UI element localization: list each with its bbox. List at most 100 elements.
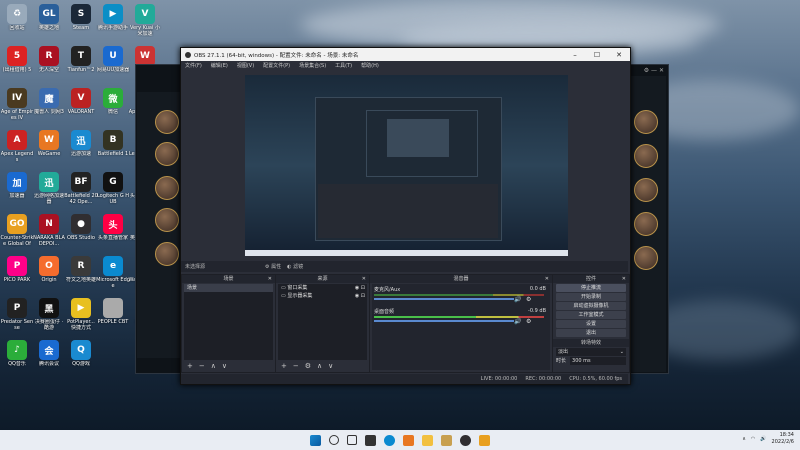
desktop-shortcut[interactable]: S Steam <box>64 2 98 42</box>
wegame-icon[interactable] <box>403 434 414 446</box>
track-settings-icon[interactable]: ⚙ <box>526 318 531 325</box>
add-source-icon[interactable]: + <box>281 362 287 370</box>
desktop-shortcut[interactable]: U 网易UU加速器 <box>96 44 130 84</box>
desktop-shortcut[interactable]: R 无人深空 <box>32 44 66 84</box>
folder-icon[interactable] <box>422 434 433 446</box>
eye-icon[interactable]: ◉ ⊡ <box>355 292 365 300</box>
desktop-shortcut[interactable]: P PICO PARK <box>0 254 34 294</box>
desktop-shortcut[interactable]: T Tianfun™2 <box>64 44 98 84</box>
desktop-shortcut[interactable]: N NARAKA BLADEPOI... <box>32 212 66 252</box>
menu-tools[interactable]: 工具(T) <box>335 62 352 69</box>
obs-window[interactable]: OBS 27.1.1 (64-bit, windows) - 配置文件: 未命名… <box>180 47 631 385</box>
desktop-shortcut[interactable]: AApex Legends <box>0 128 34 168</box>
remove-source-icon[interactable]: − <box>293 362 299 370</box>
clock[interactable]: 18:34 2022/2/6 <box>772 432 794 446</box>
desktop-shortcut[interactable]: Q QQ游戏 <box>64 338 98 378</box>
desktop-shortcut[interactable]: GOCounter-Strike Global Off... <box>0 212 34 252</box>
menu-scene-collection[interactable]: 场景集合(S) <box>299 62 326 69</box>
move-up-icon[interactable]: ∧ <box>317 362 322 370</box>
desktop-shortcut[interactable]: 微微信 <box>96 86 130 126</box>
task-view-icon[interactable] <box>347 435 357 445</box>
minimize-button[interactable]: – <box>564 51 586 59</box>
desktop-shortcut[interactable]: 头头条直播管家 <box>96 212 130 252</box>
filters-button[interactable]: ◐ 滤镜 <box>287 263 303 270</box>
game-window-controls[interactable]: ⚙ — ✕ <box>644 67 664 74</box>
remove-scene-icon[interactable]: − <box>199 362 205 370</box>
desktop-shortcut[interactable]: ▶ PotPlayer... 快捷方式 <box>64 296 98 336</box>
dock-close-icon[interactable]: ✕ <box>545 275 549 283</box>
desktop-shortcut[interactable]: IV Age of Empires IV <box>0 86 34 126</box>
desktop-shortcut[interactable]: W WeGame <box>32 128 66 168</box>
desktop-shortcut[interactable]: 会腾讯会议 <box>32 338 66 378</box>
network-icon[interactable]: ◠ <box>751 436 755 442</box>
desktop-shortcut[interactable]: P Predator Sense <box>0 296 34 336</box>
volume-icon[interactable]: 🔊 <box>760 436 766 442</box>
maximize-button[interactable]: ☐ <box>586 51 608 59</box>
scene-item[interactable]: 场景 <box>184 284 273 292</box>
obs-preview[interactable] <box>245 75 568 256</box>
desktop-shortcut[interactable]: e Microsoft Edge <box>96 254 130 294</box>
move-down-icon[interactable]: ∨ <box>328 362 333 370</box>
league-icon[interactable] <box>441 434 452 446</box>
transition-select[interactable]: 淡出 ⌄ <box>556 348 626 356</box>
properties-button[interactable]: ⚙ 属性 <box>265 263 281 270</box>
desktop-shortcut[interactable]: 迅迅游网络加速器 <box>32 170 66 210</box>
search-icon[interactable] <box>329 435 339 445</box>
studio-mode-button[interactable]: 工作室模式 <box>556 311 626 319</box>
source-item[interactable]: ▭ 窗口采集 ◉ ⊡ <box>278 284 367 292</box>
desktop-shortcut[interactable]: 5 (出租借用) 5 <box>0 44 34 84</box>
eye-icon[interactable]: ◉ ⊡ <box>355 284 365 292</box>
volume-slider[interactable] <box>374 320 514 322</box>
start-icon[interactable] <box>310 434 321 446</box>
move-up-icon[interactable]: ∧ <box>211 362 216 370</box>
menu-profile[interactable]: 配置文件(P) <box>263 62 290 69</box>
settings-button[interactable]: 设置 <box>556 320 626 328</box>
desktop-shortcut[interactable]: GL 英雄之地 <box>32 2 66 42</box>
desktop-shortcut[interactable]: B Battlefield 1 <box>96 128 130 168</box>
menu-view[interactable]: 视图(V) <box>237 62 254 69</box>
dock-close-icon[interactable]: ✕ <box>268 275 272 283</box>
obs-taskbar-icon[interactable] <box>460 434 471 446</box>
menu-file[interactable]: 文件(F) <box>185 62 202 69</box>
move-down-icon[interactable]: ∨ <box>222 362 227 370</box>
desktop-shortcut[interactable]: 魔魔兽人 剑网3 <box>32 86 66 126</box>
desktop-shortcut[interactable]: O Origin <box>32 254 66 294</box>
start-recording-button[interactable]: 开始录制 <box>556 293 626 301</box>
shortcut-label: 腾讯会议 <box>38 361 59 367</box>
track-settings-icon[interactable]: ⚙ <box>526 296 531 303</box>
volume-slider[interactable] <box>374 298 514 300</box>
desktop-shortcut[interactable]: ♪ QQ音乐 <box>0 338 34 378</box>
stop-streaming-button[interactable]: 停止推流 <box>556 284 626 292</box>
source-item[interactable]: ▭ 显示器采集 ◉ ⊡ <box>278 292 367 300</box>
desktop-shortcut[interactable]: G Logitech G HUB <box>96 170 130 210</box>
desktop-shortcut[interactable]: PEOPLE CBT <box>96 296 130 336</box>
source-settings-icon[interactable]: ⚙ <box>305 362 311 370</box>
tray-chevron-icon[interactable]: ∧ <box>742 436 746 442</box>
exit-button[interactable]: 退出 <box>556 329 626 337</box>
app-icon[interactable] <box>479 434 490 446</box>
desktop-shortcut[interactable]: 黑决赛圈蛋仔 · 酷游 <box>32 296 66 336</box>
desktop-shortcut[interactable]: R 符文之地英雄 <box>64 254 98 294</box>
close-button[interactable]: ✕ <box>608 51 630 59</box>
desktop-shortcut[interactable]: 迅迅游加速 <box>64 128 98 168</box>
virtual-camera-button[interactable]: 启动虚拟摄像机 <box>556 302 626 310</box>
obs-title-bar[interactable]: OBS 27.1.1 (64-bit, windows) - 配置文件: 未命名… <box>181 48 630 61</box>
desktop-shortcut[interactable]: ● OBS Studio <box>64 212 98 252</box>
desktop-shortcut[interactable]: BF Battlefield 2042 Ope... <box>64 170 98 210</box>
edge-icon[interactable] <box>384 434 395 446</box>
dock-close-icon[interactable]: ✕ <box>362 275 366 283</box>
menu-edit[interactable]: 编辑(E) <box>211 62 228 69</box>
speaker-icon[interactable]: 🔊 <box>514 318 521 325</box>
champion-icon <box>634 178 658 202</box>
desktop-shortcut[interactable]: 加加速器 <box>0 170 34 210</box>
menu-help[interactable]: 帮助(H) <box>361 62 379 69</box>
add-scene-icon[interactable]: + <box>187 362 193 370</box>
desktop-shortcut[interactable]: ▶ 腾讯手游助手 <box>96 2 130 42</box>
desktop-shortcut[interactable]: ♻ 回收站 <box>0 2 34 42</box>
file-explorer-icon[interactable] <box>365 434 376 446</box>
desktop-shortcut[interactable]: V VALORANT <box>64 86 98 126</box>
duration-input[interactable]: 300 ms <box>570 357 626 365</box>
desktop-shortcut[interactable]: V Very Kuai 小米加速 <box>128 2 162 42</box>
dock-close-icon[interactable]: ✕ <box>622 275 626 283</box>
speaker-icon[interactable]: 🔊 <box>514 296 521 303</box>
